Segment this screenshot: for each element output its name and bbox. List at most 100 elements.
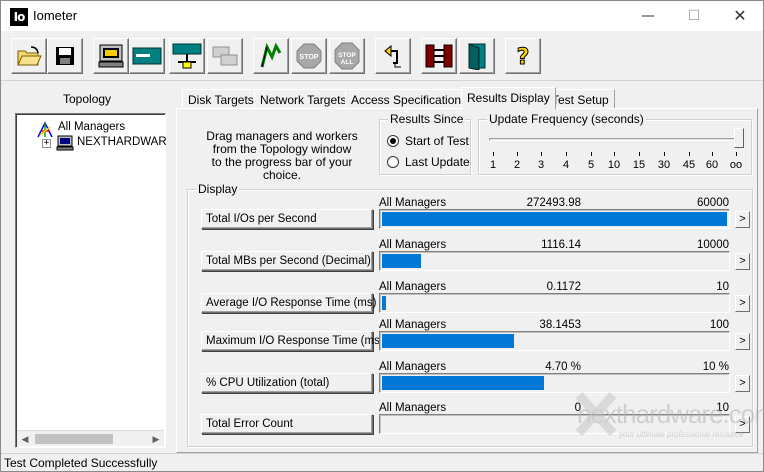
- scroll-thumb[interactable]: [35, 434, 113, 444]
- disconnect-button[interactable]: [421, 38, 457, 74]
- metric-max: 10: [716, 402, 729, 414]
- metric-source-label: All Managers: [379, 361, 447, 373]
- tree-item-manager[interactable]: NEXTHARDWAR: [77, 136, 167, 148]
- slider-tick-label: 15: [632, 159, 646, 171]
- slider-tick: [689, 152, 690, 156]
- radio-button[interactable]: [387, 156, 399, 168]
- status-bar: Test Completed Successfully: [1, 453, 763, 471]
- metric-source-label: All Managers: [379, 402, 447, 414]
- metric-max: 10: [716, 281, 729, 293]
- metric-button[interactable]: Maximum I/O Response Time (ms): [201, 331, 384, 351]
- metric-value: 1116.14: [541, 239, 581, 251]
- results-since-title: Results Since: [388, 112, 466, 126]
- save-disk-icon: [56, 47, 74, 65]
- metric-button[interactable]: % CPU Utilization (total): [201, 373, 373, 393]
- title-bar: Io Iometer — ☐ ✕: [1, 1, 763, 31]
- metric-progress-bar[interactable]: [379, 373, 730, 393]
- metric-progress-fill: [382, 296, 386, 310]
- metric-source-label: All Managers: [379, 197, 447, 209]
- metric-expand-arrow-button[interactable]: >: [735, 295, 750, 312]
- duplicate-worker-button[interactable]: [207, 38, 243, 74]
- tab-access-specifications[interactable]: Access Specifications: [345, 89, 474, 109]
- topology-tree[interactable]: All Managers + NEXTHARDWAR ◀ ▶: [15, 113, 167, 448]
- metric-progress-bar[interactable]: [379, 293, 730, 313]
- maximize-button[interactable]: ☐: [671, 1, 717, 31]
- slider-tick-label: oo: [729, 159, 743, 171]
- slider-tick: [591, 152, 592, 156]
- metric-max: 10000: [697, 239, 729, 251]
- topology-header: Topology: [63, 92, 112, 106]
- stop-icon-label: STOP: [300, 54, 319, 61]
- tab-test-setup[interactable]: Test Setup: [546, 89, 615, 109]
- metric-button[interactable]: Total MBs per Second (Decimal): [201, 251, 373, 271]
- slider-tick: [541, 152, 542, 156]
- toolbar: STOP STOP ALL ?: [1, 31, 763, 81]
- metric-value: 4.70 %: [545, 361, 581, 373]
- slider-tick-label: 60: [705, 159, 719, 171]
- exit-button[interactable]: [459, 38, 495, 74]
- stop-all-button[interactable]: STOP ALL: [329, 38, 365, 74]
- metric-expand-arrow-button[interactable]: >: [735, 211, 750, 228]
- metric-progress-fill: [382, 334, 514, 348]
- slider-tick-label: 30: [657, 159, 671, 171]
- start-tests-button[interactable]: [253, 38, 289, 74]
- metric-progress-bar[interactable]: [379, 209, 730, 229]
- slider-tick: [566, 152, 567, 156]
- tab-results-display[interactable]: Results Display: [461, 87, 556, 110]
- disconnect-icon: [425, 44, 453, 68]
- reset-workers-button[interactable]: [375, 38, 411, 74]
- slider-tick: [736, 152, 737, 156]
- all-managers-icon: [37, 121, 53, 138]
- start-display-manager-button[interactable]: [93, 38, 129, 74]
- metric-progress-bar[interactable]: [379, 331, 730, 351]
- metric-progress-bar[interactable]: [379, 251, 730, 271]
- metric-progress-fill: [382, 376, 544, 390]
- metric-expand-arrow-button[interactable]: >: [735, 253, 750, 270]
- metric-expand-arrow-button[interactable]: >: [735, 375, 750, 392]
- metric-button[interactable]: Total I/Os per Second: [201, 209, 373, 229]
- metric-source-label: All Managers: [379, 319, 447, 331]
- metric-button[interactable]: Total Error Count: [201, 414, 373, 434]
- metric-value: 0: [574, 402, 581, 414]
- stop-button[interactable]: STOP: [291, 38, 327, 74]
- update-frequency-slider-thumb[interactable]: [734, 128, 744, 148]
- metric-expand-arrow-button[interactable]: >: [735, 333, 750, 350]
- new-worker-button[interactable]: [129, 38, 165, 74]
- radio-button-checked[interactable]: [387, 135, 399, 147]
- new-network-worker-icon: [172, 43, 202, 69]
- slider-tick-label: 1: [489, 159, 497, 171]
- open-folder-icon: [17, 46, 42, 66]
- topology-horizontal-scrollbar[interactable]: ◀ ▶: [17, 430, 164, 446]
- metric-value: 38.1453: [539, 319, 581, 331]
- close-button[interactable]: ✕: [717, 1, 763, 31]
- status-text: Test Completed Successfully: [4, 456, 158, 470]
- new-network-worker-button[interactable]: [169, 38, 205, 74]
- slider-tick-label: 5: [587, 159, 595, 171]
- metric-source-label: All Managers: [379, 281, 447, 293]
- radio-start-of-test[interactable]: Start of Test: [387, 134, 469, 148]
- slider-tick-label: 10: [607, 159, 621, 171]
- slider-tick: [493, 152, 494, 156]
- tree-expander-manager[interactable]: +: [42, 139, 51, 148]
- metric-value: 0.1172: [546, 281, 581, 293]
- minimize-button[interactable]: —: [625, 1, 671, 31]
- metric-progress-bar[interactable]: [379, 414, 730, 434]
- tab-disk-targets[interactable]: Disk Targets: [182, 89, 260, 109]
- save-button[interactable]: [47, 38, 83, 74]
- help-button[interactable]: ?: [505, 38, 541, 74]
- start-display-manager-icon: [98, 44, 124, 68]
- scroll-left-arrow-icon[interactable]: ◀: [17, 431, 33, 447]
- slider-tick-label: 2: [513, 159, 521, 171]
- metric-expand-arrow-button[interactable]: >: [735, 416, 750, 433]
- metric-button[interactable]: Average I/O Response Time (ms): [201, 293, 376, 313]
- svg-text:ALL: ALL: [341, 59, 354, 66]
- metric-source-label: All Managers: [379, 239, 447, 251]
- update-frequency-slider-track[interactable]: [489, 138, 743, 141]
- open-button[interactable]: [11, 38, 47, 74]
- metric-progress-fill: [382, 212, 727, 226]
- tab-network-targets[interactable]: Network Targets: [254, 89, 353, 109]
- slider-tick: [664, 152, 665, 156]
- tree-item-all-managers[interactable]: All Managers: [58, 121, 125, 133]
- radio-last-update[interactable]: Last Update: [387, 155, 470, 169]
- scroll-right-arrow-icon[interactable]: ▶: [148, 431, 164, 447]
